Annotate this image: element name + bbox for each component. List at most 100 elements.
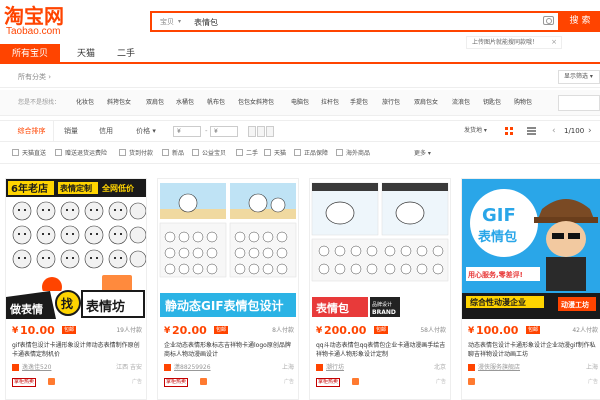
- list-view-icon[interactable]: [527, 127, 536, 136]
- suggestion-tag[interactable]: 手提包: [350, 98, 368, 108]
- shop-name-link[interactable]: 潮行坊: [326, 363, 344, 373]
- logo-domain: Taobao.com: [6, 26, 61, 37]
- filter-checkbox[interactable]: 公益宝贝: [192, 149, 226, 159]
- all-categories-link[interactable]: 所有分类 ›: [18, 72, 51, 82]
- pager-prev-button[interactable]: ‹: [552, 125, 556, 137]
- shop-icon: [164, 364, 171, 371]
- product-card[interactable]: 静动态GIF表情包设计 ¥ 20.00 包邮 8人付款 企业动态表情形象标志吉祥…: [157, 178, 299, 400]
- category-row: 所有分类 › 显示筛选 ▾: [0, 66, 600, 88]
- sort-credit[interactable]: 信用: [90, 121, 122, 141]
- suggestion-tag[interactable]: 流浪包: [452, 98, 470, 108]
- badge-row: 掌柜热卖 广告: [316, 377, 446, 389]
- suggestion-tag[interactable]: 斜挎包女: [107, 98, 131, 108]
- suggestion-tag[interactable]: 帆布包: [207, 98, 225, 108]
- shop-name-link[interactable]: 漫侠服务旗舰店: [478, 363, 520, 373]
- checkbox-icon: [12, 149, 19, 156]
- filter-checkbox[interactable]: 海外商品: [336, 149, 370, 159]
- sort-sales[interactable]: 销量: [56, 121, 86, 141]
- product-card[interactable]: GIF 表情包 用心服务,零差评! 综合性动漫企业 动漫工坊 ¥ 100.00 …: [461, 178, 600, 400]
- suggestion-tag[interactable]: 化妆包: [76, 98, 94, 108]
- suggestion-tag[interactable]: 双肩包: [146, 98, 164, 108]
- filter-checkbox-label: 二手: [246, 150, 259, 157]
- suggestion-tag[interactable]: 拉杆包: [321, 98, 339, 108]
- search-tabs: 所有宝贝 天猫 二手: [0, 44, 600, 64]
- suggestion-more[interactable]: [558, 95, 600, 111]
- paid-count: 58人付款: [420, 327, 446, 334]
- product-image[interactable]: 6年老店 表情定制 全网低价 做表情 找 表情坊: [6, 179, 146, 319]
- product-title[interactable]: 动态表情包设计卡通形象设计企业动漫gif制作私聊吉祥物设计动画工坊: [468, 341, 598, 361]
- filter-checkbox-label: 公益宝贝: [202, 150, 227, 157]
- shop-name-link[interactable]: 逸逸佳520: [22, 363, 51, 373]
- product-image[interactable]: GIF 表情包 用心服务,零差评! 综合性动漫企业 动漫工坊: [462, 179, 600, 319]
- view-toggle-box[interactable]: [266, 126, 274, 137]
- product-title[interactable]: gif表情包设计卡通形象设计师动态表情制作原创卡通表情定制机价: [12, 341, 142, 361]
- display-filter-select[interactable]: 显示筛选 ▾: [558, 70, 600, 84]
- checkbox-icon: [294, 149, 301, 156]
- gift-icon: [200, 378, 207, 385]
- image-text: 表情定制: [59, 183, 92, 193]
- shop-location: 上海: [281, 364, 294, 371]
- chevron-down-icon: ▾: [178, 18, 182, 25]
- search-input[interactable]: [194, 15, 534, 29]
- shop-row: 逸逸佳520 江西 吉安: [12, 363, 142, 374]
- ad-tag: 广告: [587, 379, 598, 385]
- shop-name-link[interactable]: 潇88259926: [174, 363, 211, 373]
- image-text: 表情坊: [85, 299, 125, 315]
- product-image[interactable]: 表情包 品牌设计 BRAND: [310, 179, 450, 319]
- pager-next-button[interactable]: ›: [588, 125, 592, 137]
- camera-icon[interactable]: [543, 16, 554, 25]
- price-value: 100.00: [476, 324, 519, 337]
- filter-checkbox-label: 天猫: [274, 150, 287, 157]
- filter-checkbox[interactable]: 新品: [162, 149, 184, 159]
- hot-sale-badge: 掌柜热卖: [164, 378, 189, 387]
- price-currency: ¥: [164, 326, 171, 336]
- paid-count: 8人付款: [272, 327, 294, 334]
- view-toggle-box[interactable]: [248, 126, 256, 137]
- more-filters-button[interactable]: 更多 ▾: [414, 149, 431, 159]
- filter-checkbox[interactable]: 天猫直送: [12, 149, 46, 159]
- product-title[interactable]: qq斗动态表情包qq表情包企业卡通动漫画手绘吉祥物卡通人物形象设计定制: [316, 341, 446, 361]
- ship-from-select[interactable]: 发货地 ▾: [464, 126, 487, 136]
- product-title[interactable]: 企业动态表情形象标志吉祥物卡通logo原创品牌商标人物动漫画设计: [164, 341, 294, 361]
- sort-default[interactable]: 综合排序: [10, 121, 54, 141]
- filter-checkbox-label: 货到付款: [129, 150, 154, 157]
- sort-bar: 综合排序 销量 信用 价格 ▾ ¥ - ¥ 发货地 ▾ ‹ 1/100 ›: [0, 120, 600, 142]
- product-card[interactable]: 表情包 品牌设计 BRAND ¥ 200.00 包邮 58人付款 qq斗动态表情…: [309, 178, 451, 400]
- ad-tag: 广告: [283, 379, 294, 385]
- taobao-logo[interactable]: 淘宝网 Taobao.com: [4, 5, 104, 41]
- suggestion-tag[interactable]: 水桶包: [176, 98, 194, 108]
- search-scope-select[interactable]: 宝贝: [160, 17, 174, 27]
- filter-checkbox-label: 赠送退货运费险: [65, 150, 108, 157]
- grid-view-icon[interactable]: [505, 127, 514, 136]
- filter-checkbox-label: 新品: [172, 150, 185, 157]
- price-min-input[interactable]: ¥: [173, 126, 201, 137]
- image-text: BRAND: [372, 309, 396, 316]
- view-toggle-box[interactable]: [257, 126, 265, 137]
- image-text: 做表情: [9, 302, 43, 316]
- filter-checkbox[interactable]: 正品保障: [294, 149, 328, 159]
- suggestion-tag[interactable]: 旅行包: [382, 98, 400, 108]
- filter-checkbox[interactable]: 货到付款: [119, 149, 153, 159]
- suggestion-tag[interactable]: 包包女斜挎包: [238, 98, 274, 108]
- suggestion-tag[interactable]: 购物包: [514, 98, 532, 108]
- suggestion-tag[interactable]: 钥匙包: [483, 98, 501, 108]
- filter-checkbox[interactable]: 天猫: [264, 149, 286, 159]
- logo-text: 淘宝网: [4, 4, 64, 28]
- suggestion-tag[interactable]: 电脑包: [291, 98, 309, 108]
- shop-location: 北京: [433, 364, 446, 371]
- filter-checkbox[interactable]: 二手: [236, 149, 258, 159]
- product-card[interactable]: 6年老店 表情定制 全网低价 做表情 找 表情坊 ¥ 10.00 包邮 19人付…: [5, 178, 147, 400]
- search-button[interactable]: 搜索: [560, 11, 600, 32]
- ad-tag: 广告: [435, 379, 446, 385]
- filter-checkbox[interactable]: 赠送退货运费险: [55, 149, 107, 159]
- tab-all-items[interactable]: 所有宝贝: [0, 44, 60, 64]
- taobao-search-page: 淘宝网 Taobao.com 宝贝 ▾ 搜索 上传图片就能搜同款哦！ × 所有宝…: [0, 0, 600, 400]
- price-max-input[interactable]: ¥: [210, 126, 238, 137]
- suggestion-label: 您是不是想找：: [18, 99, 61, 106]
- sort-price[interactable]: 价格 ▾: [126, 121, 166, 141]
- product-image[interactable]: 静动态GIF表情包设计: [158, 179, 298, 319]
- image-text: 综合性动漫企业: [470, 297, 526, 307]
- tab-tmall[interactable]: 天猫: [64, 44, 108, 64]
- tab-secondhand[interactable]: 二手: [108, 44, 144, 64]
- suggestion-tag[interactable]: 双肩包女: [414, 98, 438, 108]
